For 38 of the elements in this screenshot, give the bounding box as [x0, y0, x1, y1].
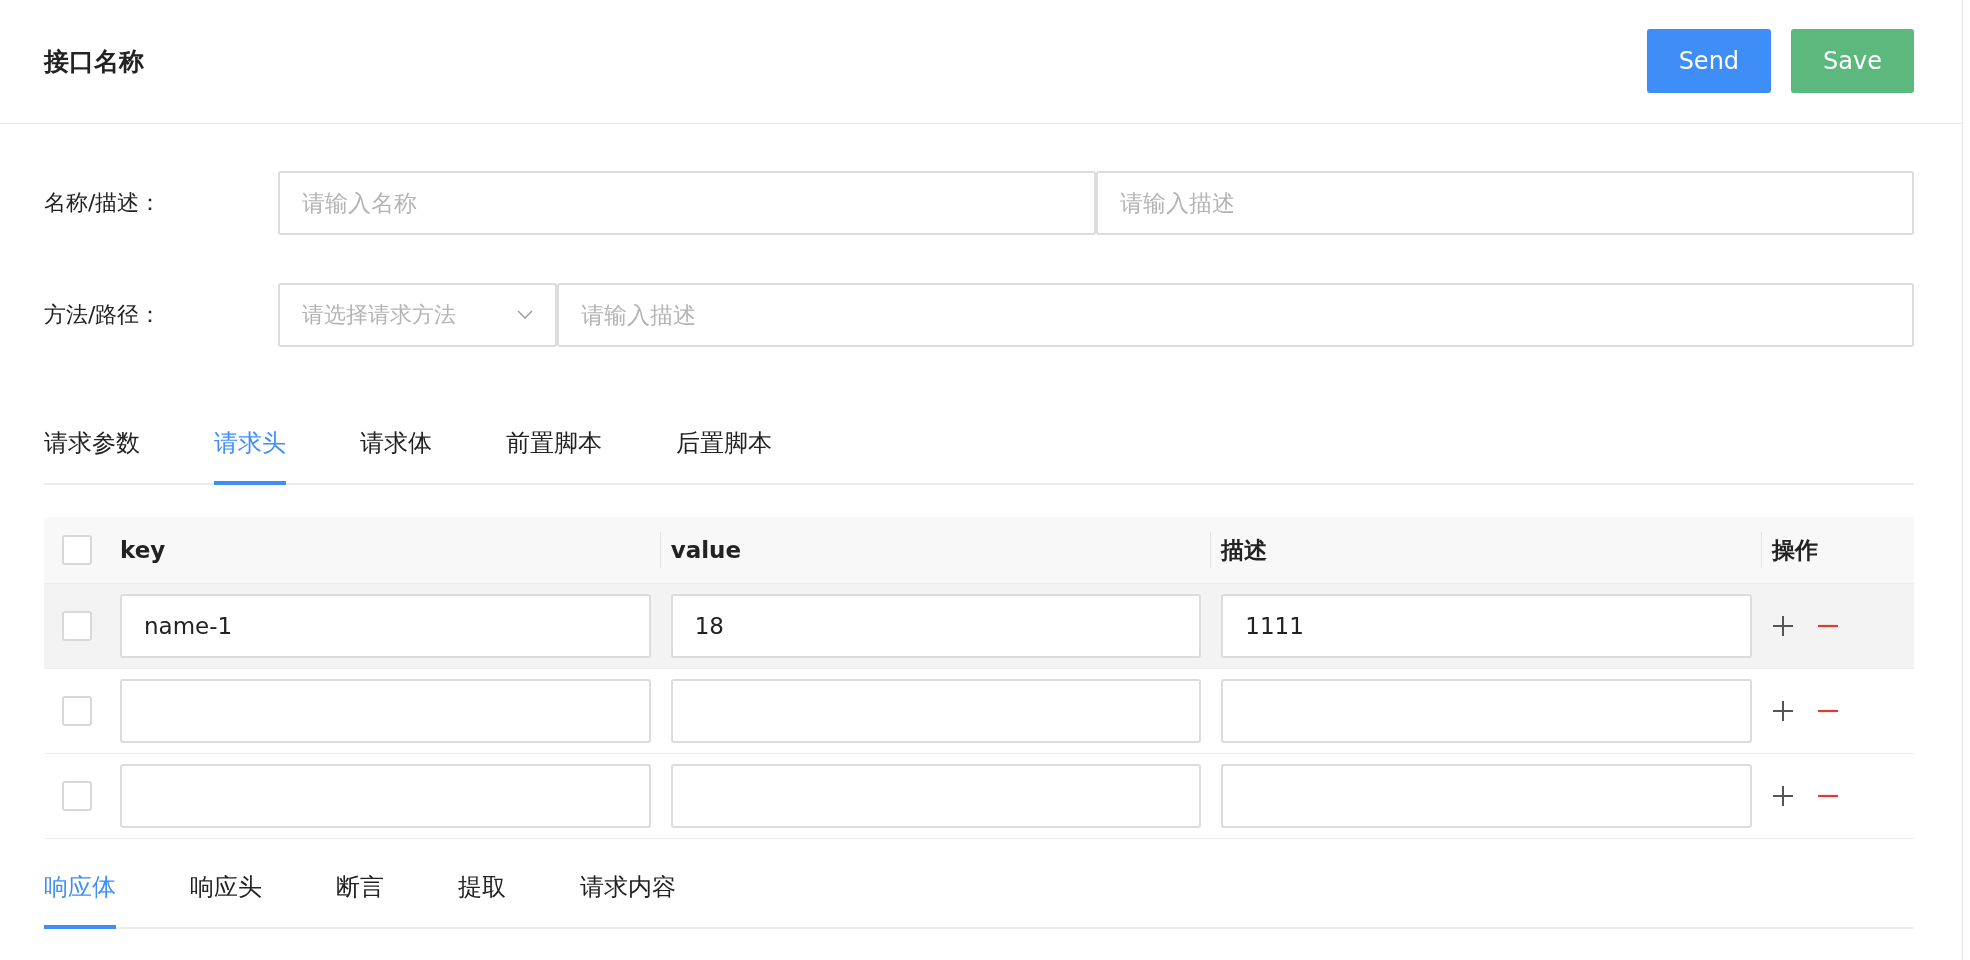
key-input[interactable]: name-1: [120, 594, 651, 658]
form-label: 名称/描述：: [44, 189, 163, 217]
minus-icon[interactable]: [1818, 709, 1838, 713]
form-label: 方法/路径：: [44, 301, 163, 329]
description-input[interactable]: 1111: [1221, 594, 1752, 658]
tab[interactable]: 断言: [336, 871, 384, 929]
input-field[interactable]: 请输入名称: [278, 171, 1096, 235]
tab[interactable]: 前置脚本: [506, 427, 602, 485]
value-input[interactable]: [670, 679, 1202, 743]
tab[interactable]: 请求参数: [44, 427, 140, 485]
input-field[interactable]: 请输入描述: [557, 283, 1914, 347]
plus-icon[interactable]: [1772, 615, 1794, 637]
checkbox[interactable]: [62, 611, 92, 641]
tab[interactable]: 请求体: [360, 427, 432, 485]
minus-icon[interactable]: [1818, 624, 1838, 628]
chevron-down-icon: [517, 310, 533, 320]
value-input[interactable]: 18: [670, 594, 1202, 658]
tab[interactable]: 响应头: [190, 871, 262, 929]
column-header: 描述: [1221, 535, 1268, 565]
page-title: 接口名称: [44, 46, 144, 78]
checkbox[interactable]: [62, 696, 92, 726]
plus-icon[interactable]: [1772, 785, 1794, 807]
plus-icon[interactable]: [1772, 700, 1794, 722]
column-header: 操作: [1772, 535, 1818, 565]
column-header: value: [670, 537, 742, 563]
column-header: key: [120, 537, 166, 563]
tab[interactable]: 后置脚本: [676, 427, 772, 485]
checkbox[interactable]: [62, 535, 92, 565]
value-input[interactable]: [670, 764, 1202, 828]
key-input[interactable]: [120, 679, 651, 743]
tab[interactable]: 请求内容: [580, 871, 676, 929]
input-field[interactable]: 请输入描述: [1096, 171, 1914, 235]
key-input[interactable]: [120, 764, 651, 828]
minus-icon[interactable]: [1818, 794, 1838, 798]
description-input[interactable]: [1221, 679, 1752, 743]
checkbox[interactable]: [62, 781, 92, 811]
tab[interactable]: 提取: [458, 871, 506, 929]
description-input[interactable]: [1221, 764, 1752, 828]
